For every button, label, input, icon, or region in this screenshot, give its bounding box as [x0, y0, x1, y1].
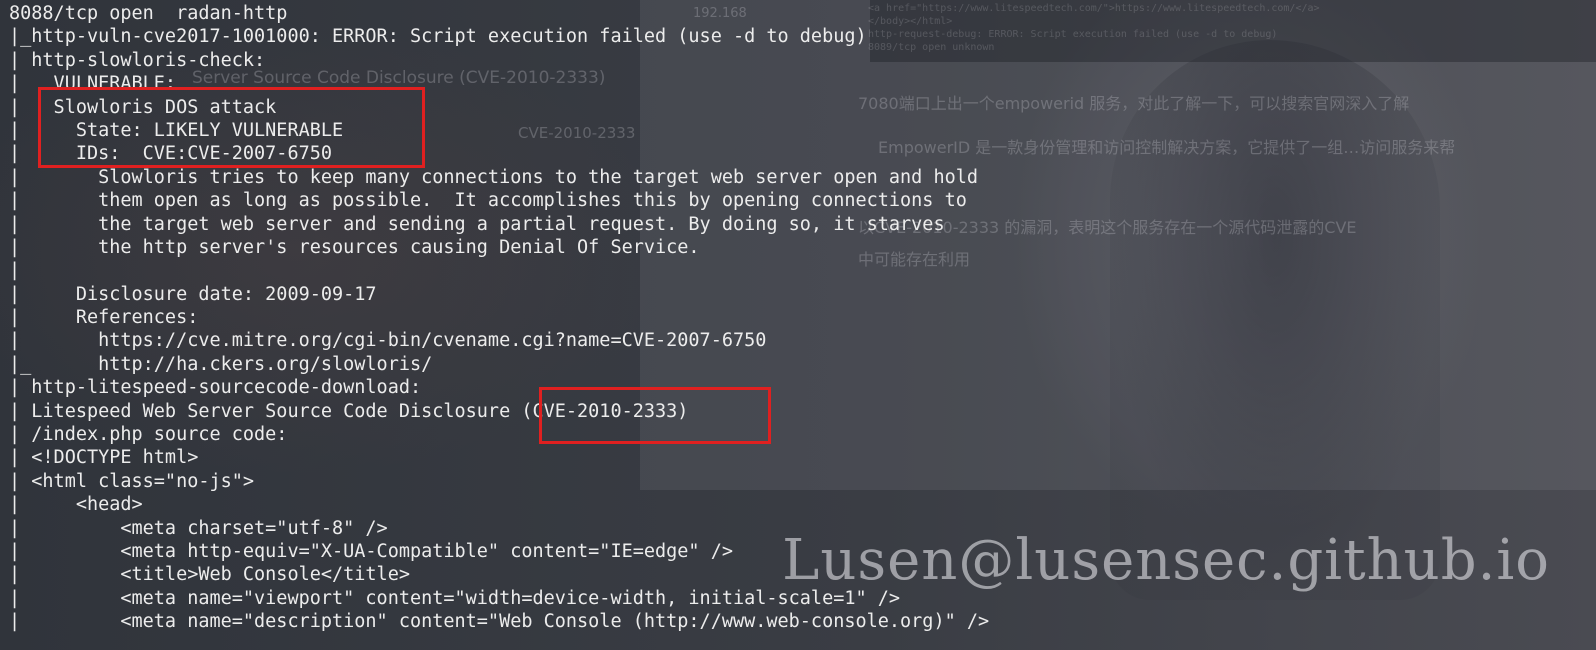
terminal-line: | /index.php source code: [9, 424, 288, 446]
terminal-line: | Litespeed Web Server Source Code Discl… [9, 400, 689, 422]
terminal-line: | [9, 260, 21, 282]
terminal-line: | <html class="no-js"> [9, 470, 255, 492]
wallpaper-figure [1110, 40, 1440, 600]
watermark: Lusen@lusensec.github.io [782, 528, 1550, 593]
terminal-line: | them open as long as possible. It acco… [9, 190, 967, 212]
terminal-line: | <meta name="description" content="Web … [9, 611, 990, 633]
terminal-line: 8088/tcp open radan-http [9, 3, 288, 24]
terminal-line: | https://cve.mitre.org/cgi-bin/cvename.… [9, 330, 767, 352]
terminal-line: |_http-vuln-cve2017-1001000: ERROR: Scri… [9, 26, 867, 48]
terminal-line: | the target web server and sending a pa… [9, 213, 945, 235]
terminal-line: | Slowloris tries to keep many connectio… [9, 166, 979, 188]
terminal-line: | the http server's resources causing De… [9, 236, 700, 258]
highlight-box-slowloris [38, 87, 425, 168]
terminal-line: | References: [9, 307, 199, 329]
terminal-line: | <head> [9, 494, 143, 516]
terminal-line: | http-slowloris-check: [9, 49, 266, 71]
terminal-line: | Disclosure date: 2009-09-17 [9, 283, 377, 305]
terminal-line: | http-litespeed-sourcecode-download: [9, 377, 422, 399]
terminal-line: | <!DOCTYPE html> [9, 447, 199, 469]
highlight-box-litespeed-cve [539, 387, 771, 444]
terminal-line: |_ http://ha.ckers.org/slowloris/ [9, 353, 433, 375]
